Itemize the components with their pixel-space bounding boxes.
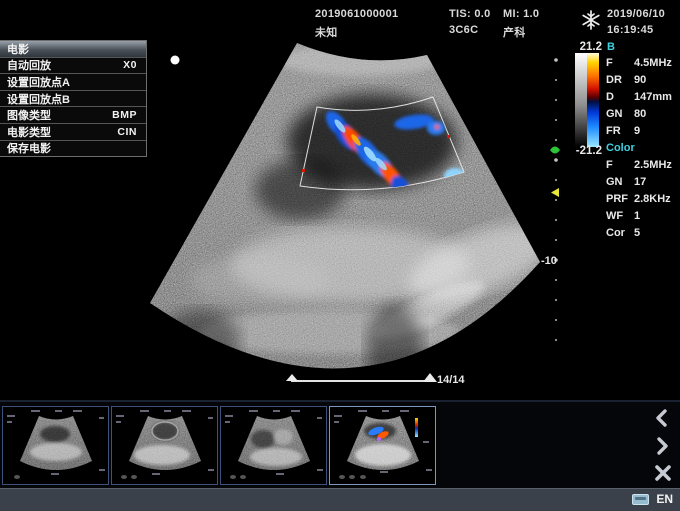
menu-item-label: 保存电影 xyxy=(7,140,51,156)
date-value: 2019/06/10 xyxy=(607,8,665,20)
menu-item-value: BMP xyxy=(112,109,137,121)
menu-item-label: 图像类型 xyxy=(7,107,51,123)
menu-item-auto-replay[interactable]: 自动回放 X0 xyxy=(0,58,146,75)
cine-slider-handle[interactable] xyxy=(423,373,437,382)
param-row: GN17 xyxy=(606,176,672,193)
doppler-colorbar xyxy=(587,53,599,147)
doppler-edge-speck xyxy=(447,135,450,138)
thumbnail-image xyxy=(330,407,435,484)
cine-context-menu: 电影 自动回放 X0 设置回放点A 设置回放点B 图像类型 BMP 电影类型 C… xyxy=(0,40,147,157)
menu-item-image-type[interactable]: 图像类型 BMP xyxy=(0,107,146,124)
freeze-icon xyxy=(581,8,601,37)
menu-item-set-point-a[interactable]: 设置回放点A xyxy=(0,74,146,91)
time-value: 16:19:45 xyxy=(607,24,653,36)
input-language-indicator[interactable]: EN xyxy=(656,492,673,506)
menu-item-label: 电影 xyxy=(7,41,29,57)
menu-item-save-cine[interactable]: 保存电影 xyxy=(0,141,146,157)
param-row: DR90 xyxy=(606,74,672,91)
menu-item-label: 设置回放点B xyxy=(7,91,70,107)
thumbnail-delete-button[interactable] xyxy=(653,463,675,485)
x-mark-icon xyxy=(653,463,673,483)
thumbnails-next-button[interactable] xyxy=(653,436,675,458)
param-row: FR9 xyxy=(606,125,672,142)
probe-model: 3C6C xyxy=(449,24,478,36)
chevron-left-icon xyxy=(653,408,671,428)
thumbnail-2[interactable] xyxy=(111,406,218,485)
param-row: PRF2.8KHz xyxy=(606,193,672,210)
thumbnails-prev-button[interactable] xyxy=(653,408,675,430)
param-row: WF1 xyxy=(606,210,672,227)
param-row: D147mm xyxy=(606,91,672,108)
menu-item-set-point-b[interactable]: 设置回放点B xyxy=(0,91,146,108)
menu-item-label: 自动回放 xyxy=(7,57,51,73)
thumbnail-1[interactable] xyxy=(2,406,109,485)
color-mode-params: F2.5MHz GN17 PRF2.8KHz WF1 Cor5 xyxy=(606,159,672,244)
menu-item-label: 电影类型 xyxy=(7,124,51,140)
thumbnail-3[interactable] xyxy=(220,406,327,485)
exam-mode: 产科 xyxy=(503,24,526,40)
menu-item-cine-type[interactable]: 电影类型 CIN xyxy=(0,124,146,141)
patient-name: 未知 xyxy=(315,24,338,40)
param-row: GN80 xyxy=(606,108,672,125)
thumbnail-image xyxy=(221,407,326,484)
b-mode-params: F4.5MHz DR90 D147mm GN80 FR9 xyxy=(606,57,672,142)
param-row: Cor5 xyxy=(606,227,672,244)
mi-value: MI: 1.0 xyxy=(503,8,539,20)
chevron-right-icon xyxy=(653,436,671,456)
focus-marker-icon[interactable] xyxy=(551,188,559,197)
ultrasound-workstation-screen: { "topbar": { "patient_id": "20190610000… xyxy=(0,0,680,511)
cine-slider-start-marker[interactable] xyxy=(286,374,298,381)
cine-progress-track[interactable] xyxy=(291,380,430,382)
param-row: F2.5MHz xyxy=(606,159,672,176)
doppler-edge-speck xyxy=(302,169,305,172)
b-mode-label: B xyxy=(607,41,615,53)
param-row: F4.5MHz xyxy=(606,57,672,74)
probe-marker-dot xyxy=(171,56,180,65)
thumbnail-4-selected[interactable] xyxy=(329,406,436,485)
velocity-scale-max: 21.2 xyxy=(556,41,602,53)
patient-id: 2019061000001 xyxy=(315,8,398,20)
thumbnail-image xyxy=(3,407,108,484)
frame-counter: 14/14 xyxy=(437,374,465,386)
keyboard-icon[interactable] xyxy=(632,494,649,505)
menu-item-label: 设置回放点A xyxy=(7,74,70,90)
menu-item-value: X0 xyxy=(123,59,137,71)
thumbnail-strip xyxy=(0,400,680,488)
top-info-bar: 2019061000001 TIS: 0.0 MI: 1.0 2019/06/1… xyxy=(0,0,680,40)
depth-ruler xyxy=(554,58,558,341)
grayscale-colorbar xyxy=(575,53,587,147)
velocity-scale-min: -21.2 xyxy=(550,145,602,157)
color-mode-label: Color xyxy=(606,142,635,154)
thumbnail-image xyxy=(112,407,217,484)
b-mode-sector xyxy=(150,43,561,395)
status-bar: EN xyxy=(0,488,680,511)
depth-marker-label: -10 xyxy=(541,255,557,267)
menu-item-cine[interactable]: 电影 xyxy=(0,41,146,58)
tis-value: TIS: 0.0 xyxy=(449,8,491,20)
menu-item-value: CIN xyxy=(117,126,137,138)
